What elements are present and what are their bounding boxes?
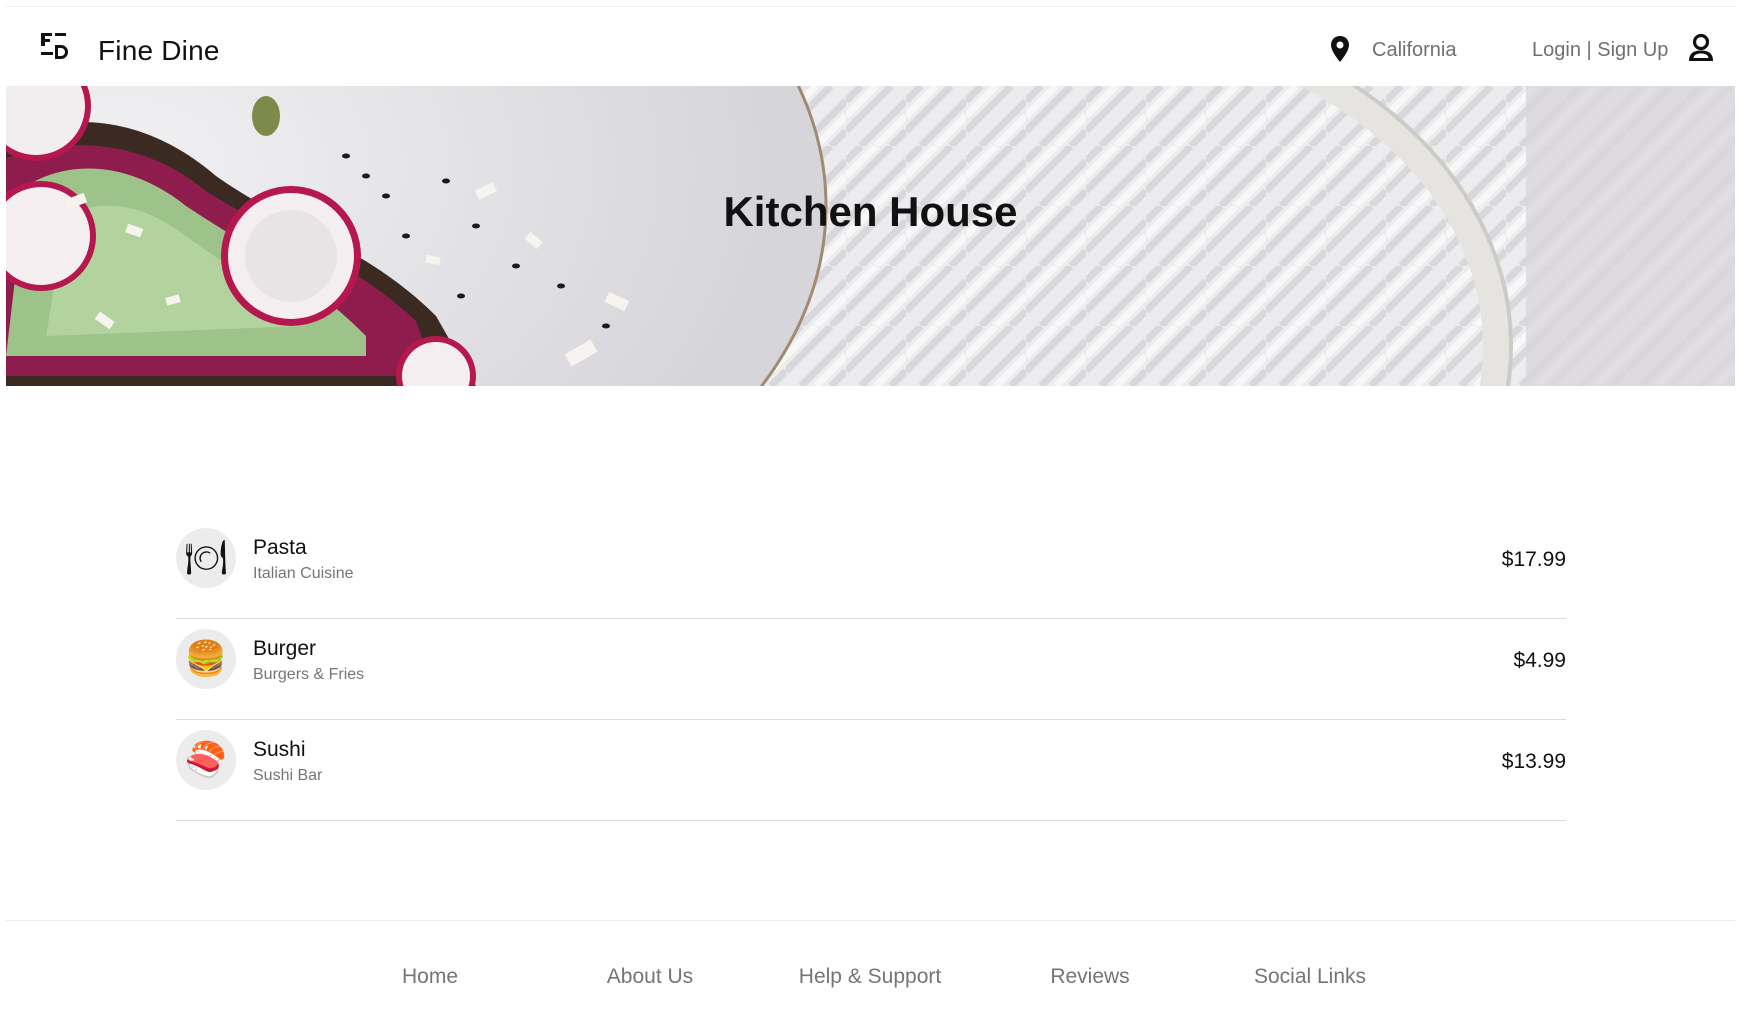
item-price: $4.99: [1513, 649, 1566, 672]
restaurant-title: Kitchen House: [723, 188, 1018, 235]
footer: Home About Us Help & Support Reviews Soc…: [6, 920, 1735, 1021]
item-category: Burgers & Fries: [253, 666, 365, 683]
item-name: Pasta: [253, 536, 307, 559]
menu-item-burger[interactable]: 🍔 Burger Burgers & Fries $4.99: [176, 619, 1566, 720]
footer-link-reviews[interactable]: Reviews: [1050, 965, 1129, 989]
item-name: Sushi: [253, 738, 306, 761]
brand-name[interactable]: Fine Dine: [98, 35, 220, 67]
burger-icon: 🍔: [176, 629, 236, 689]
page: Fine Dine California Login | Sign Up Kit…: [6, 6, 1735, 1020]
login-signup-link[interactable]: Login | Sign Up: [1532, 39, 1668, 62]
hero-banner: Kitchen House: [6, 86, 1735, 386]
hero-food-image: [6, 86, 1735, 386]
sushi-icon: 🍣: [176, 730, 236, 790]
top-navbar: Fine Dine California Login | Sign Up: [6, 6, 1735, 87]
footer-link-social-links[interactable]: Social Links: [1254, 965, 1366, 989]
footer-link-home[interactable]: Home: [402, 965, 458, 989]
item-price: $13.99: [1501, 750, 1566, 773]
menu-list: 🍽 Pasta Italian Cuisine $17.99 🍔 Burger …: [176, 518, 1566, 821]
footer-link-about-us[interactable]: About Us: [607, 965, 693, 989]
item-price: $17.99: [1501, 548, 1566, 571]
location-label[interactable]: California: [1372, 39, 1456, 62]
user-account-icon[interactable]: [1686, 33, 1716, 63]
plate-icon: 🍽: [176, 528, 236, 588]
item-name: Burger: [253, 637, 317, 660]
menu-item-pasta[interactable]: 🍽 Pasta Italian Cuisine $17.99: [176, 518, 1566, 619]
menu-item-sushi[interactable]: 🍣 Sushi Sushi Bar $13.99: [176, 720, 1566, 821]
fine-dine-logo-icon[interactable]: [39, 31, 69, 63]
item-category: Sushi Bar: [253, 767, 323, 784]
footer-link-help-support[interactable]: Help & Support: [799, 965, 941, 989]
location-pin-icon: [1331, 36, 1349, 62]
item-category: Italian Cuisine: [253, 565, 354, 582]
